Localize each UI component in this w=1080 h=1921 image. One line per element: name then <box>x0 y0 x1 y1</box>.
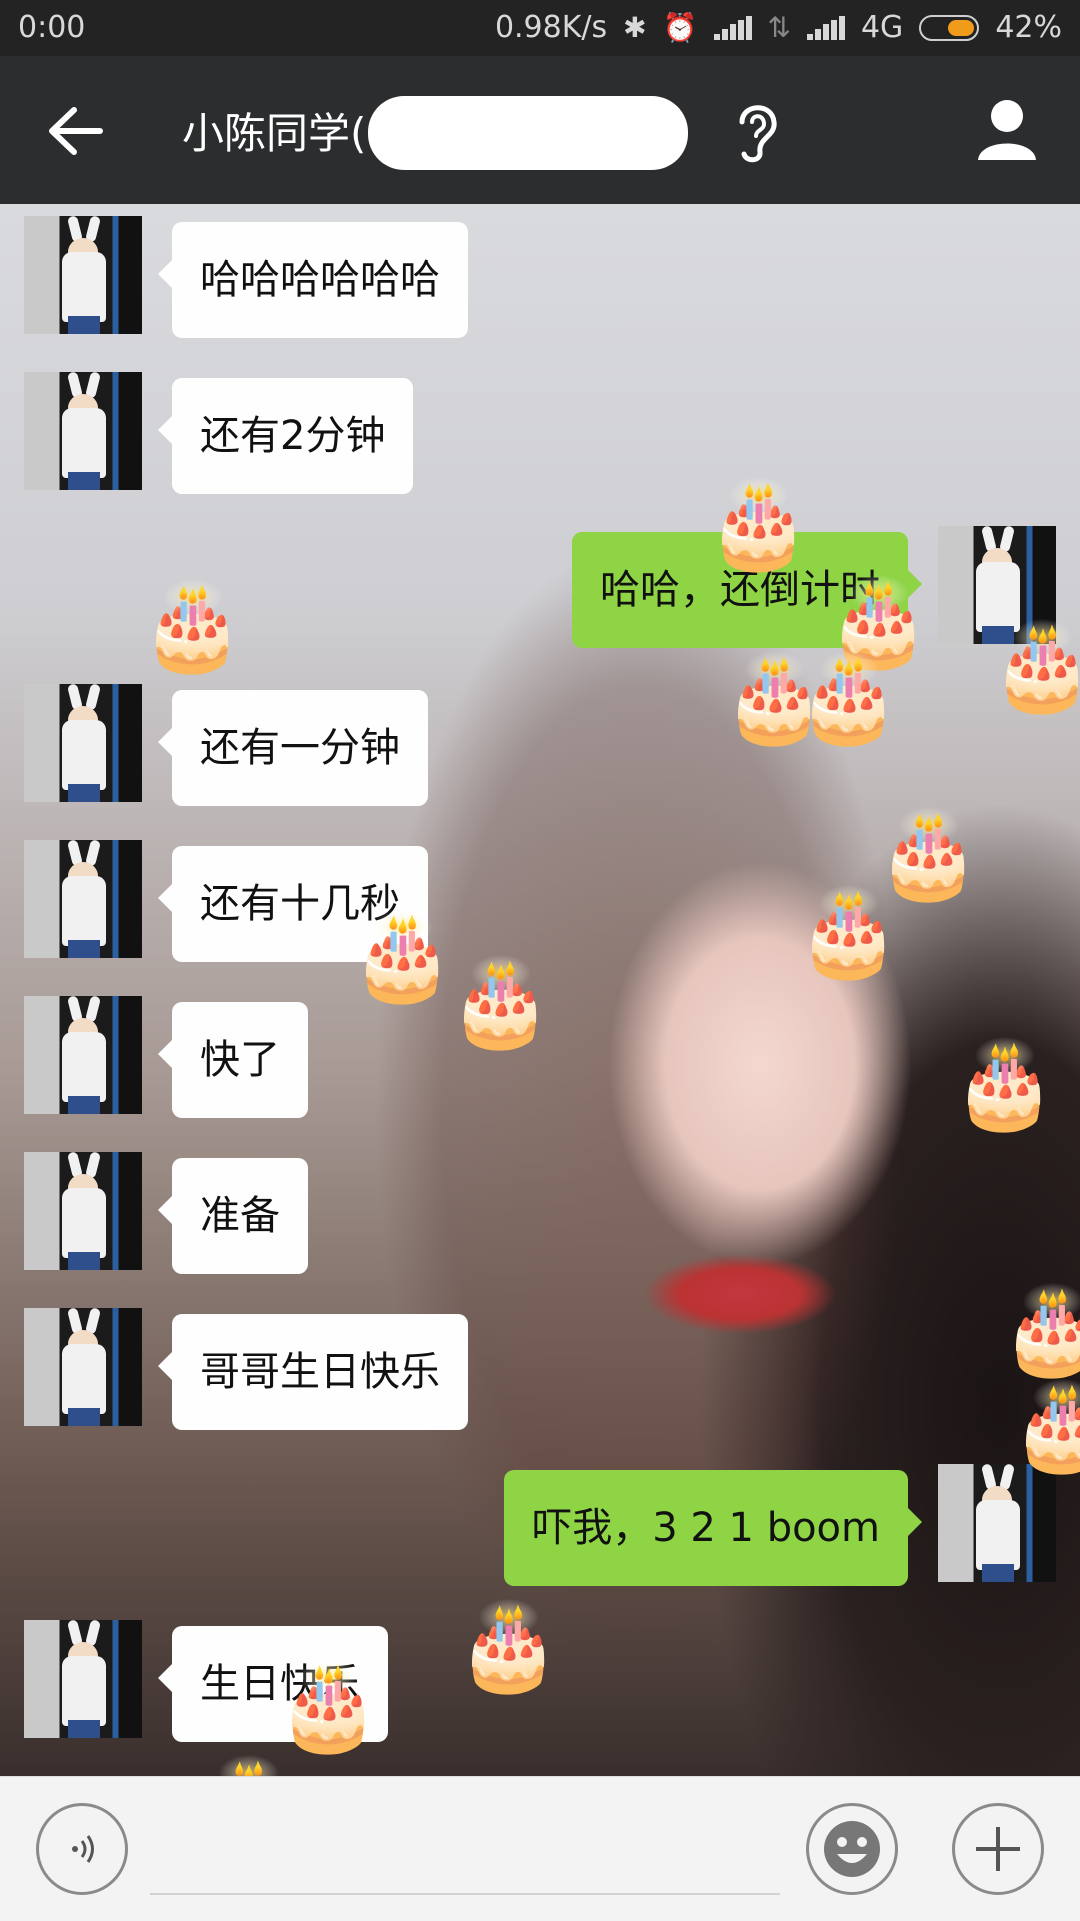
back-arrow-icon[interactable] <box>40 96 110 166</box>
contact-avatar[interactable] <box>24 996 142 1114</box>
status-bar: 0:00 0.98K/s ✱ ⏰ ⇅ 4G 42% <box>0 0 1080 56</box>
emoji-icon[interactable] <box>806 1803 898 1895</box>
ear-icon[interactable] <box>728 96 784 166</box>
birthday-cake-icon: 🎂 <box>448 953 553 1051</box>
person-icon[interactable] <box>972 94 1042 164</box>
chat-title: 小陈同学( <box>182 109 367 158</box>
input-bar <box>0 1776 1080 1921</box>
birthday-cake-icon: 🎂 <box>796 883 901 981</box>
battery-icon <box>919 14 980 41</box>
birthday-cake-icon: 🎂 <box>990 617 1080 715</box>
alarm-icon: ⏰ <box>662 11 698 44</box>
contact-avatar[interactable] <box>24 216 142 334</box>
battery-level: 42% <box>995 10 1062 45</box>
birthday-cake-icon: 🎂 <box>1010 1377 1080 1475</box>
chat-messages[interactable]: 哈哈哈哈哈哈 还有2分钟 哈哈，还倒计时 还有一分钟 还有十几秒 快了 准备 哥… <box>0 204 1080 1776</box>
birthday-cake-icon: 🎂 <box>796 649 901 747</box>
data-arrows-icon: ⇅ <box>767 11 791 44</box>
contact-avatar[interactable] <box>24 1152 142 1270</box>
my-avatar[interactable] <box>938 1464 1056 1582</box>
birthday-cake-icon: 🎂 <box>952 1035 1057 1133</box>
birthday-cake-icon: 🎂 <box>140 577 245 675</box>
status-time: 0:00 <box>18 10 86 45</box>
contact-avatar[interactable] <box>24 684 142 802</box>
contact-avatar[interactable] <box>24 372 142 490</box>
message-bubble-incoming[interactable]: 准备 <box>158 1158 308 1274</box>
contact-avatar[interactable] <box>24 1308 142 1426</box>
message-bubble-incoming[interactable]: 快了 <box>158 1002 308 1118</box>
message-bubble-incoming[interactable]: 还有2分钟 <box>157 378 414 494</box>
message-bubble-incoming[interactable]: 还有一分钟 <box>158 690 428 806</box>
bluetooth-icon: ✱ <box>623 11 647 44</box>
birthday-cake-icon: 🎂 <box>276 1657 381 1755</box>
birthday-cake-icon: 🎂 <box>456 1597 561 1695</box>
message-bubble-incoming[interactable]: 哈哈哈哈哈哈 <box>158 222 468 338</box>
birthday-cake-icon: 🎂 <box>706 475 811 573</box>
plus-icon[interactable] <box>952 1803 1044 1895</box>
chat-header: 小陈同学( <box>0 56 1080 204</box>
birthday-cake-icon: 🎂 <box>196 1760 301 1776</box>
net-speed: 0.98K/s <box>494 10 608 45</box>
birthday-cake-icon: 🎂 <box>1000 1281 1080 1379</box>
redaction-mark <box>368 96 688 170</box>
network-type: 4G <box>860 10 904 45</box>
contact-avatar[interactable] <box>24 840 142 958</box>
contact-avatar[interactable] <box>24 1620 142 1738</box>
message-bubble-incoming[interactable]: 哥哥生日快乐 <box>158 1314 468 1430</box>
birthday-cake-icon: 🎂 <box>350 907 455 1005</box>
signal-icon <box>806 15 845 40</box>
message-bubble-outgoing[interactable]: 吓我，3 2 1 boom <box>504 1470 922 1586</box>
signal-icon <box>713 15 752 40</box>
voice-icon[interactable] <box>36 1803 128 1895</box>
message-input[interactable] <box>150 1893 780 1895</box>
